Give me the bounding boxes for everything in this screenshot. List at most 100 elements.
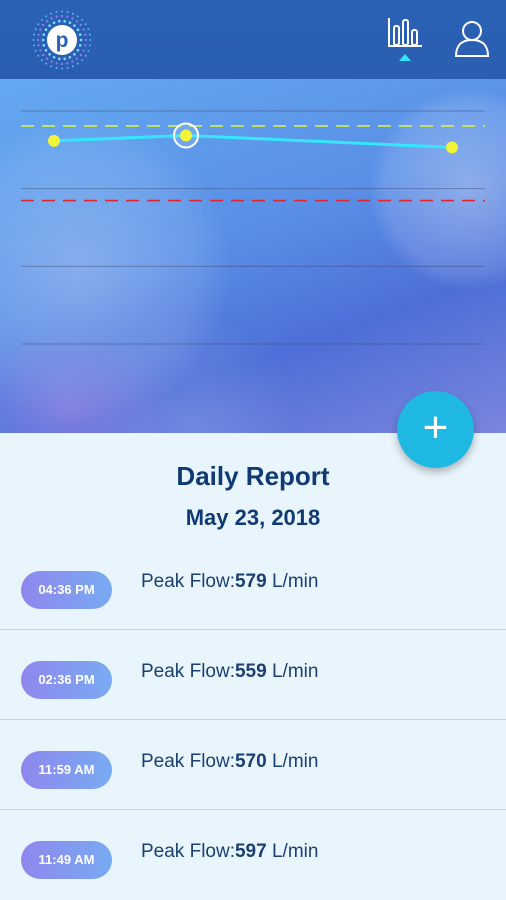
logo-dot <box>66 62 69 65</box>
reading-label: Peak Flow: <box>141 661 235 682</box>
reading-row[interactable]: 11:49 AM Peak Flow:597 L/min <box>0 810 506 899</box>
logo-dot <box>50 12 52 15</box>
logo-dot <box>60 62 64 66</box>
time-badge: 04:36 PM <box>21 571 112 609</box>
logo-dot <box>55 15 58 18</box>
logo-dot <box>39 49 42 52</box>
logo-dot <box>89 39 92 41</box>
nav-chart-tab[interactable] <box>386 16 424 62</box>
logo-dot <box>52 21 56 25</box>
reading-text: Peak Flow:559 L/min <box>141 661 318 683</box>
logo-dot <box>63 19 67 23</box>
logo-dot <box>42 33 46 36</box>
time-badge: 11:59 AM <box>21 751 112 789</box>
reading-label: Peak Flow: <box>141 751 235 772</box>
logo-dot <box>61 10 63 13</box>
data-point <box>48 134 60 147</box>
logo-dot <box>79 23 82 27</box>
reading-row[interactable]: 04:36 PM Peak Flow:579 L/min <box>0 540 506 630</box>
line-chart <box>21 110 485 345</box>
add-reading-button[interactable]: + <box>397 391 474 468</box>
reading-value: 579 <box>234 571 267 592</box>
logo-dot <box>60 14 64 18</box>
plus-icon: + <box>422 403 449 452</box>
logo-dot <box>81 18 84 21</box>
logo-dot <box>79 53 82 57</box>
logo-dot <box>84 54 87 57</box>
logo-dot <box>45 20 49 23</box>
logo-dot <box>36 38 40 42</box>
logo-dot <box>44 48 48 52</box>
reading-value: 570 <box>234 751 267 772</box>
data-point <box>446 141 458 154</box>
logo-dot <box>76 28 80 32</box>
logo-dot <box>32 39 35 41</box>
logo-dot <box>42 23 45 27</box>
reading-list: 04:36 PM Peak Flow:579 L/min 02:36 PM Pe… <box>0 540 506 899</box>
logo-dot <box>89 33 91 36</box>
logo-dot <box>39 28 42 31</box>
reading-unit: L/min <box>271 841 319 862</box>
logo-dot <box>33 33 35 36</box>
report-title: Daily Report <box>176 461 330 491</box>
app-logo: p <box>32 10 92 70</box>
logo-dot <box>34 50 37 52</box>
logo-dot <box>48 53 51 56</box>
reading-text: Peak Flow:597 L/min <box>141 841 318 863</box>
reading-row[interactable]: 02:36 PM Peak Flow:559 L/min <box>0 630 506 720</box>
logo-dot <box>81 59 84 62</box>
reading-label: Peak Flow: <box>141 571 235 592</box>
logo-dot <box>40 59 43 62</box>
logo-dot <box>48 24 51 27</box>
logo-dot <box>87 50 90 52</box>
logo-dot <box>72 65 74 68</box>
reading-unit: L/min <box>271 571 319 592</box>
logo-dot <box>68 55 72 59</box>
report-date: May 23, 2018 <box>185 505 321 530</box>
logo-dot <box>37 23 40 26</box>
logo-dot <box>84 23 87 26</box>
reading-unit: L/min <box>271 751 319 772</box>
data-point <box>180 129 192 142</box>
logo-dot <box>66 15 69 18</box>
logo-dot <box>55 62 58 65</box>
logo-dot <box>82 28 85 31</box>
logo-dot <box>76 62 79 65</box>
logo-dot <box>40 18 43 21</box>
logo-dot <box>52 55 56 59</box>
bar-chart-icon <box>388 18 422 47</box>
logo-dot <box>63 57 67 61</box>
logo-dot <box>84 44 87 47</box>
logo-dot <box>82 49 85 52</box>
logo-dot <box>89 44 91 47</box>
reading-row[interactable]: 11:59 AM Peak Flow:570 L/min <box>0 720 506 810</box>
logo-dot <box>34 28 37 30</box>
logo-dot <box>71 60 74 63</box>
peak-flow-chart <box>0 79 506 433</box>
logo-dot <box>78 44 82 47</box>
logo-dot <box>42 44 46 47</box>
reading-text: Peak Flow:570 L/min <box>141 751 318 773</box>
logo-dot <box>33 44 35 47</box>
logo-dot <box>50 17 53 20</box>
logo-dot <box>45 57 49 60</box>
profile-icon <box>454 21 490 57</box>
logo-dot <box>57 19 61 23</box>
logo-dot <box>84 33 87 36</box>
logo-dot <box>45 15 48 18</box>
logo-dot <box>68 21 72 25</box>
logo-dot <box>37 33 40 36</box>
logo-dot <box>37 54 40 57</box>
logo-dot <box>78 33 82 36</box>
logo-dot <box>73 53 76 56</box>
logo-dot <box>55 67 58 69</box>
nav-profile-tab[interactable] <box>454 20 490 58</box>
logo-dot <box>50 60 53 63</box>
logo-dot <box>57 57 61 61</box>
logo-dot <box>66 11 69 13</box>
logo-dot <box>87 28 90 30</box>
logo-dot <box>75 20 79 23</box>
logo-dot <box>79 38 83 42</box>
logo-dot <box>50 65 52 68</box>
logo-dot <box>55 11 58 13</box>
